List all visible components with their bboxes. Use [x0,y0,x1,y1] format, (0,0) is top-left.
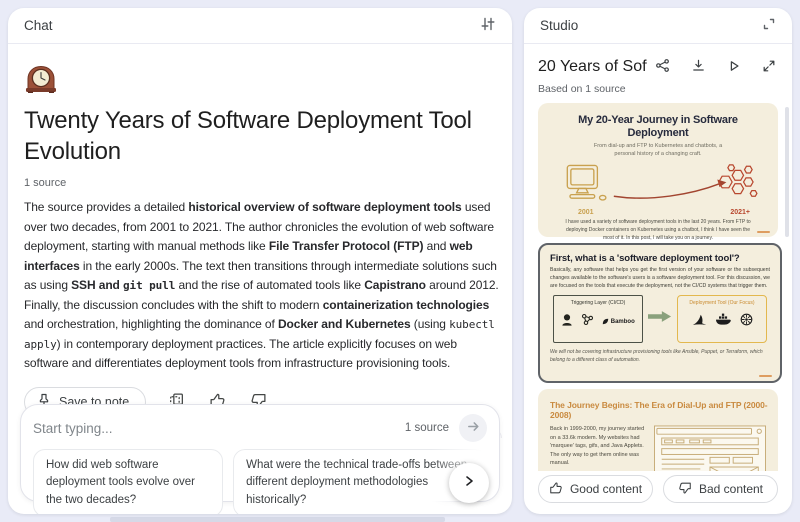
slide1-title: My 20-Year Journey in Software Deploymen… [578,114,738,140]
workflow-nodes-icon [581,313,594,331]
chat-body: Twenty Years of Software Deployment Tool… [8,44,512,514]
notebook-title: Twenty Years of Software Deployment Tool… [24,107,472,165]
studio-panel-title: Studio [540,18,579,33]
thumb-up-icon [549,481,563,498]
slide1-year-start: 2001 [578,209,594,217]
chat-input[interactable] [33,420,405,436]
feedback-row: Good content Bad content [538,475,778,503]
slide1-subtitle: From dial-up and FTP to Kubernetes and c… [593,142,723,157]
chevron-right-icon [462,474,476,491]
studio-panel: Studio 20 Years of Softw [524,8,792,514]
based-on-label: Based on 1 source [538,83,626,95]
chat-input-card: 1 source How did web software deployment… [20,404,500,514]
infographic-slide-1[interactable]: My 20-Year Journey in Software Deploymen… [538,103,778,241]
studio-panel-header: Studio [524,8,792,44]
kubernetes-wheel-icon [740,313,753,331]
watermark [757,230,770,233]
hexagon-cluster-icon [712,162,758,207]
artifact-title: 20 Years of Softw [538,58,647,75]
deployment-tool-label: Deployment Tool (Our Focus) [689,300,755,307]
block-arrow-icon [648,310,672,328]
send-arrow-icon [466,419,481,437]
artifact-header: 20 Years of Softw [524,44,792,95]
collapse-panel-button[interactable] [760,15,778,36]
suggestion-chip[interactable]: How did web software deployment tools ev… [33,449,224,514]
download-button[interactable] [689,56,708,78]
chat-panel-header: Chat [8,8,512,44]
chat-input-row: 1 source [33,414,487,442]
infographic-preview: My 20-Year Journey in Software Deploymen… [524,103,792,471]
mantel-clock-icon [24,62,496,98]
triggering-layer-box: Triggering Layer (CI/CD) Bamboo [553,295,643,344]
next-suggestions-button[interactable] [449,462,489,503]
bamboo-logo-text: Bamboo [610,319,635,326]
open-in-full-icon [762,59,776,76]
send-button[interactable] [459,414,487,442]
slide2-diagram: Triggering Layer (CI/CD) Bamboo Deployme… [550,295,770,344]
source-count: 1 source [24,177,67,190]
play-icon [727,59,741,76]
deployment-tool-box: Deployment Tool (Our Focus) [677,295,767,344]
slide2-title: First, what is a 'software deployment to… [550,253,740,264]
slide1-body: I have used a variety of software deploy… [565,219,751,241]
slide2-footnote: We will not be covering infrastructure p… [550,349,763,363]
good-content-button[interactable]: Good content [538,475,653,503]
infographic-slide-3[interactable]: The Journey Begins: The Era of Dial-Up a… [538,389,778,471]
thumb-down-icon [678,481,692,498]
download-icon [691,58,706,76]
watermark [759,374,772,377]
crt-computer-icon [562,163,608,210]
input-source-count: 1 source [404,422,449,434]
preview-scrollbar[interactable] [785,107,789,237]
summary-text: The source provides a detailed historica… [24,200,499,371]
wizard-hat-icon [692,313,707,331]
jenkins-icon [561,313,573,331]
slide1-year-end: 2021+ [730,209,750,217]
tune-icon [480,16,496,35]
chat-settings-button[interactable] [478,14,498,37]
bamboo-leaf-icon [602,318,609,327]
slide3-title: The Journey Begins: The Era of Dial-Up a… [550,400,768,420]
slide3-body: Back in 1999-2000, my journey started on… [550,426,645,467]
suggestion-chips: How did web software deployment tools ev… [33,449,489,514]
chat-panel: Chat Twenty Years of Software Deployment… [8,8,512,514]
slide2-body: Basically, any software that helps you g… [550,267,770,289]
cutoff-text-artifact [110,517,445,522]
bad-content-button[interactable]: Bad content [663,475,778,503]
infographic-slide-2[interactable]: First, what is a 'software deployment to… [538,243,782,383]
docker-whale-icon [715,313,732,331]
share-icon [655,58,670,76]
play-button[interactable] [725,57,743,78]
open-in-full-button[interactable] [760,57,778,78]
share-button[interactable] [653,56,672,78]
chat-panel-title: Chat [24,18,53,33]
collapse-panel-icon [762,17,776,34]
